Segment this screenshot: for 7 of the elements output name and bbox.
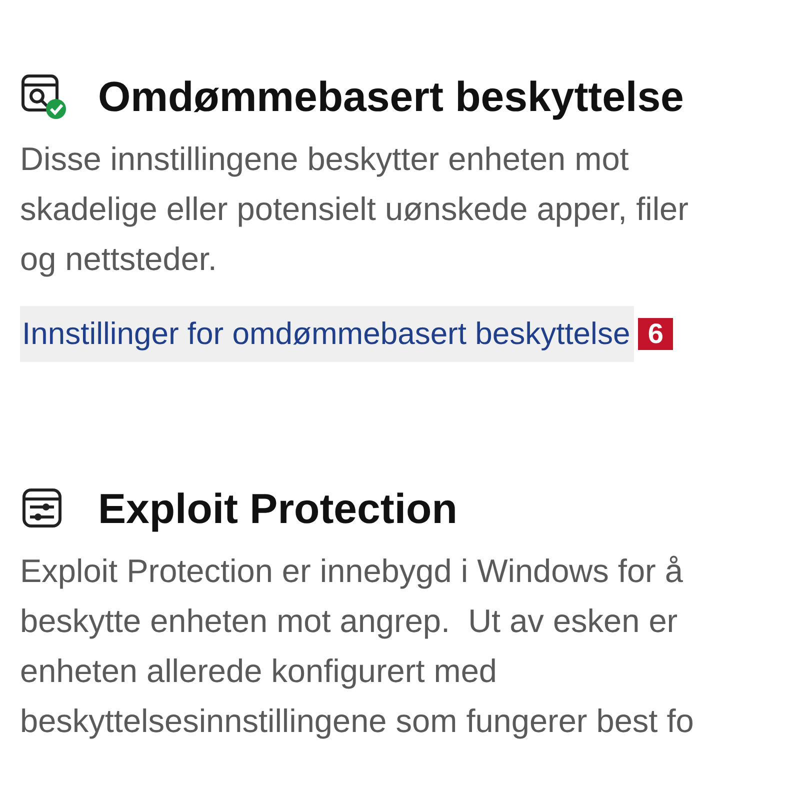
section-description: Disse innstillingene beskytter enheten mot skadelige eller potensielt uønskede apper, filer og nettsteder. (20, 140, 690, 279)
section-description: Exploit Protection er innebygd i Windows for å beskytte enheten mot angrep. Ut av esken er enheten allerede konfigurert med beskyttelsesinnstillingene som fungerer best fo (20, 552, 695, 741)
browser-search-check-icon (20, 73, 68, 121)
section-title: Exploit Protection (98, 485, 458, 533)
settings-link[interactable]: Innstillinger for omdømmebasert beskyttelse (20, 306, 634, 362)
section-title: Omdømmebasert beskyttelse (98, 73, 684, 121)
number-badge: 6 (638, 318, 674, 350)
